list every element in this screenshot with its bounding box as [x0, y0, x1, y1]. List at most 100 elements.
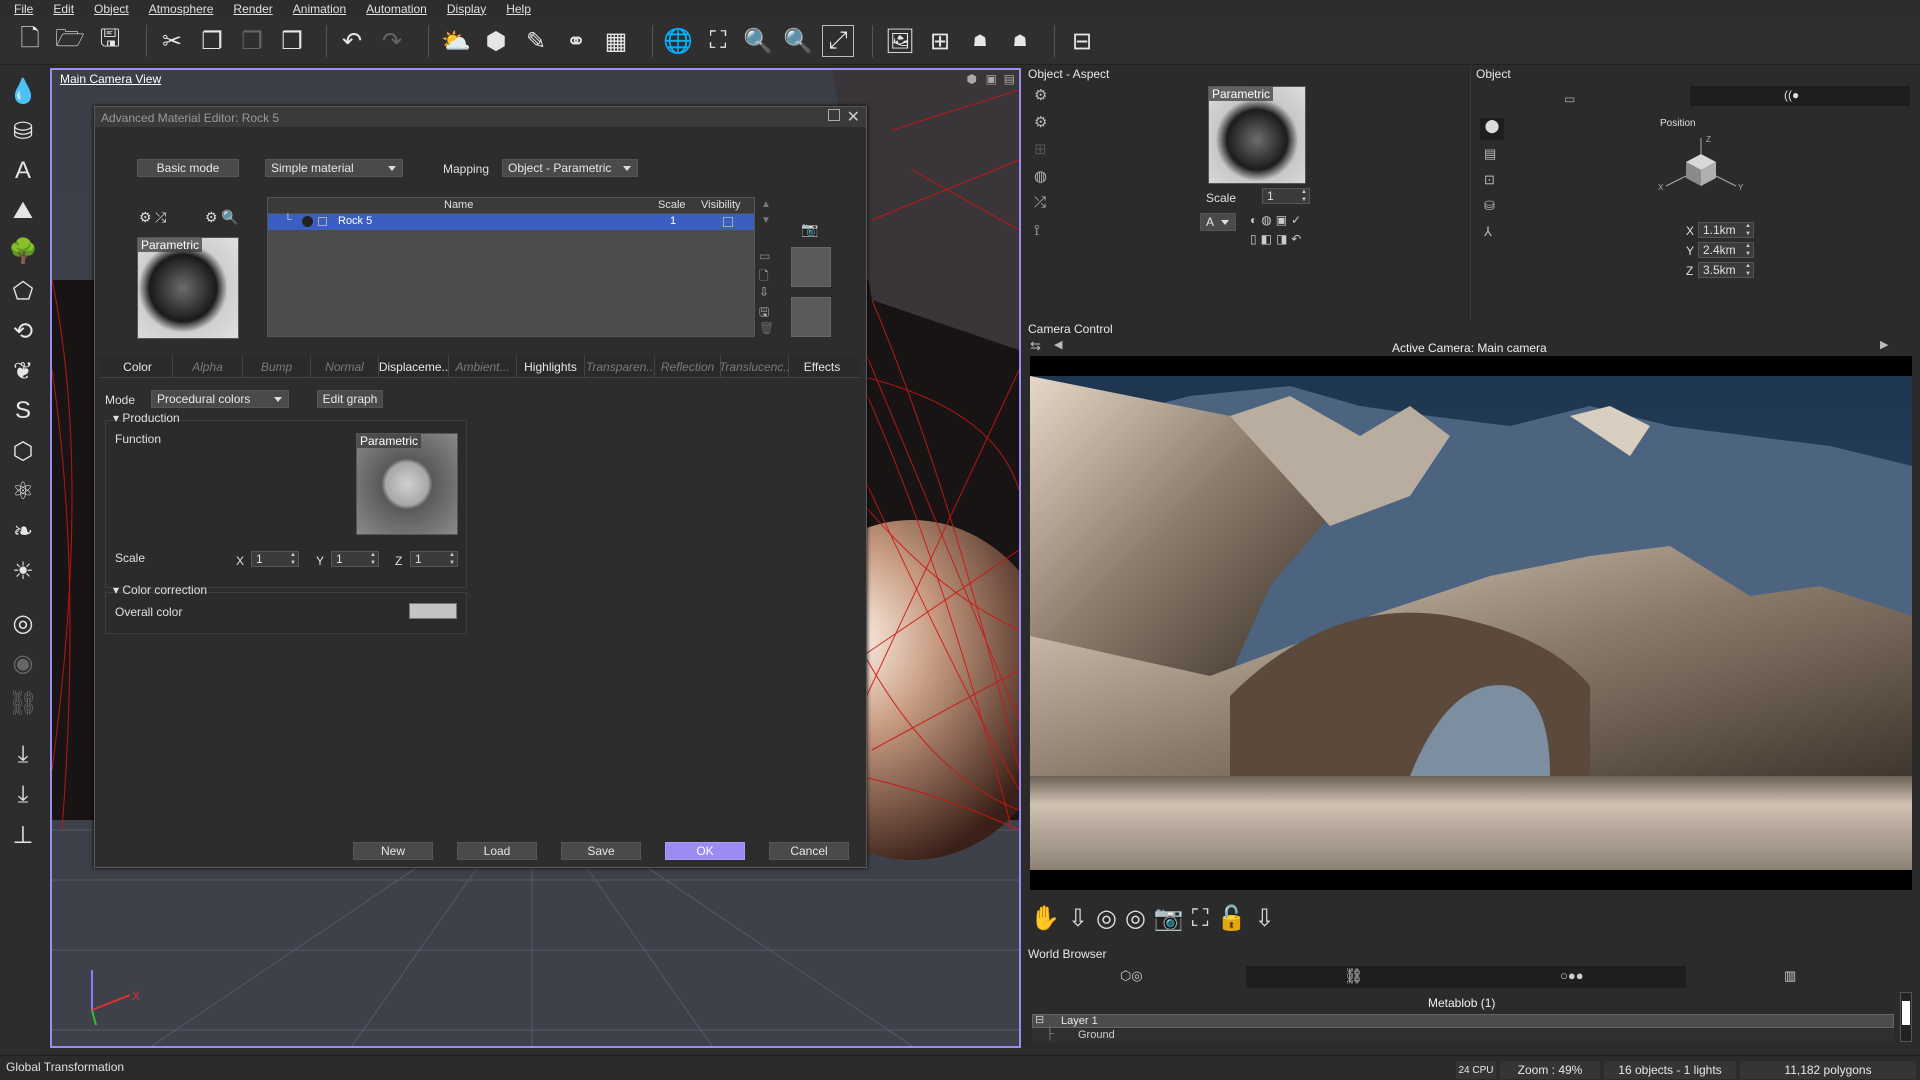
- table-row[interactable]: └ Rock 5 1: [268, 214, 754, 230]
- camera-preview[interactable]: [1030, 356, 1912, 890]
- text-icon[interactable]: A: [6, 154, 40, 188]
- spline-icon[interactable]: S: [6, 394, 40, 428]
- basic-mode-button[interactable]: Basic mode: [137, 159, 239, 177]
- menu-edit[interactable]: Edit: [45, 2, 86, 16]
- material-type-dropdown[interactable]: Simple material: [265, 159, 403, 177]
- aspect-settings-icon[interactable]: ⚙: [1034, 113, 1047, 131]
- tab-effects[interactable]: Effects: [789, 356, 855, 378]
- ruler-icon[interactable]: ▭: [1564, 92, 1575, 106]
- settings-icon[interactable]: ⚙: [205, 209, 218, 226]
- orbit-icon[interactable]: ◎: [1096, 905, 1125, 932]
- ok-button[interactable]: OK: [665, 842, 745, 860]
- rock-icon[interactable]: ⬠: [6, 274, 40, 308]
- save-button[interactable]: Save: [561, 842, 641, 860]
- render-icon[interactable]: ☗: [1004, 25, 1036, 57]
- material-preview[interactable]: Parametric: [137, 237, 239, 339]
- link-icon[interactable]: ⛓: [6, 686, 40, 720]
- copy-icon[interactable]: ❐: [196, 25, 228, 57]
- object-axes-icon[interactable]: ⅄: [1484, 224, 1492, 240]
- cut-icon[interactable]: ✂: [156, 25, 188, 57]
- zoom-in-icon[interactable]: 🔍: [742, 25, 774, 57]
- dolly-icon[interactable]: ⇩: [1068, 905, 1096, 932]
- unlock-icon[interactable]: 🔓: [1217, 905, 1255, 932]
- tab-ambient[interactable]: Ambient...: [449, 356, 517, 378]
- boolean-icon[interactable]: ◎: [6, 606, 40, 640]
- menu-file[interactable]: File: [6, 2, 45, 16]
- object-mode-tab[interactable]: [1690, 86, 1910, 106]
- delete-layer-icon[interactable]: 🗑: [759, 321, 774, 335]
- frame-icon[interactable]: ⛶: [702, 25, 734, 57]
- zoom-out-icon[interactable]: 🔍: [782, 25, 814, 57]
- tab-translucency[interactable]: Translucenc..: [719, 356, 790, 378]
- position-icon[interactable]: ⬤: [1480, 118, 1504, 140]
- aspect-sphere-icon[interactable]: ◍: [1034, 167, 1047, 185]
- render-preview-icon[interactable]: 🖼: [884, 25, 916, 57]
- undo-icon[interactable]: ↶: [336, 25, 368, 57]
- swatch-2[interactable]: [791, 297, 831, 337]
- ground-row[interactable]: ├ Ground: [1032, 1028, 1894, 1043]
- link-tab[interactable]: [1246, 966, 1686, 988]
- object-stack-icon[interactable]: ⛁: [1484, 198, 1495, 214]
- aspect-gear-icon[interactable]: ⚙: [1034, 86, 1047, 104]
- viewport-display-icon[interactable]: ▣: [986, 72, 997, 86]
- objects-tab-icon[interactable]: ⬡◎: [1120, 968, 1143, 984]
- camera-swap-icon[interactable]: ⇆: [1030, 338, 1041, 354]
- menu-automation[interactable]: Automation: [358, 2, 439, 16]
- aspect-curve-icon[interactable]: ⟟: [1034, 222, 1040, 239]
- molecule-icon[interactable]: ⚛: [6, 474, 40, 508]
- object-frame-icon[interactable]: ⊡: [1484, 172, 1495, 188]
- world-scrollbar[interactable]: [1900, 992, 1912, 1042]
- aspect-scale-input[interactable]: 1: [1262, 188, 1310, 204]
- pos-y-input[interactable]: 2.4km: [1698, 242, 1754, 258]
- save-icon[interactable]: 🖫: [94, 25, 126, 57]
- water-icon[interactable]: 💧: [6, 74, 40, 108]
- menu-help[interactable]: Help: [498, 2, 543, 16]
- menu-render[interactable]: Render: [225, 2, 284, 16]
- color-correction-header[interactable]: ▾ Color correction: [113, 583, 207, 597]
- light-icon[interactable]: ☀: [6, 554, 40, 588]
- reset-camera-icon[interactable]: 📷: [1154, 905, 1192, 932]
- menu-atmosphere[interactable]: Atmosphere: [141, 2, 226, 16]
- production-header[interactable]: ▾ Production: [113, 411, 180, 425]
- new-layer-icon[interactable]: ▭: [759, 249, 770, 263]
- cancel-button[interactable]: Cancel: [769, 842, 849, 860]
- globe-icon[interactable]: 🌐: [662, 25, 694, 57]
- pan-icon[interactable]: ✋: [1030, 905, 1068, 932]
- object-info-icon[interactable]: ▤: [1484, 146, 1496, 162]
- fullscreen-icon[interactable]: ⤢: [822, 25, 854, 57]
- weather-icon[interactable]: ⛅: [440, 25, 472, 57]
- mode-dropdown[interactable]: Procedural colors: [151, 390, 289, 408]
- gear-icon[interactable]: ⚙: [139, 209, 152, 226]
- new-button[interactable]: New: [353, 842, 433, 860]
- maximize-icon[interactable]: [828, 109, 840, 121]
- save-view-icon[interactable]: ⇩: [1255, 905, 1283, 932]
- pos-z-input[interactable]: 3.5km: [1698, 262, 1754, 278]
- frame-camera-icon[interactable]: ⛶: [1192, 905, 1217, 932]
- move-up-icon[interactable]: ▲: [761, 199, 771, 210]
- tree-icon[interactable]: 🌳: [6, 234, 40, 268]
- menu-display[interactable]: Display: [439, 2, 498, 16]
- load-button[interactable]: Load: [457, 842, 537, 860]
- move-down-icon[interactable]: ▼: [761, 215, 771, 226]
- viewport-title[interactable]: Main Camera View: [60, 72, 161, 86]
- plant-icon[interactable]: ❧: [6, 514, 40, 548]
- tab-normal[interactable]: Normal: [311, 356, 379, 378]
- duplicate-icon[interactable]: ❒: [276, 25, 308, 57]
- viewport-options-icon[interactable]: ▤: [1004, 72, 1015, 86]
- leaf-icon[interactable]: ❦: [6, 354, 40, 388]
- edit-graph-button[interactable]: Edit graph: [317, 390, 383, 408]
- overall-color-swatch[interactable]: [409, 603, 457, 619]
- layout-icon[interactable]: ⊟: [1066, 25, 1098, 57]
- tab-reflection[interactable]: Reflection: [655, 356, 721, 378]
- pos-x-input[interactable]: 1.1km: [1698, 222, 1754, 238]
- spheres-icon[interactable]: ⚭: [560, 25, 592, 57]
- tab-bump[interactable]: Bump: [243, 356, 311, 378]
- layer-visibility-checkbox[interactable]: [723, 217, 733, 227]
- film-icon[interactable]: ▦: [600, 25, 632, 57]
- close-icon[interactable]: ✕: [847, 107, 860, 127]
- aspect-tools-icon[interactable]: ◐◍▣✓: [1250, 213, 1305, 227]
- shuffle-icon[interactable]: ⤮: [155, 209, 166, 226]
- materials-tab-icon[interactable]: ○●●: [1560, 968, 1584, 983]
- scale-z-input[interactable]: 1: [410, 551, 458, 567]
- mapping-dropdown[interactable]: Object - Parametric: [502, 159, 638, 177]
